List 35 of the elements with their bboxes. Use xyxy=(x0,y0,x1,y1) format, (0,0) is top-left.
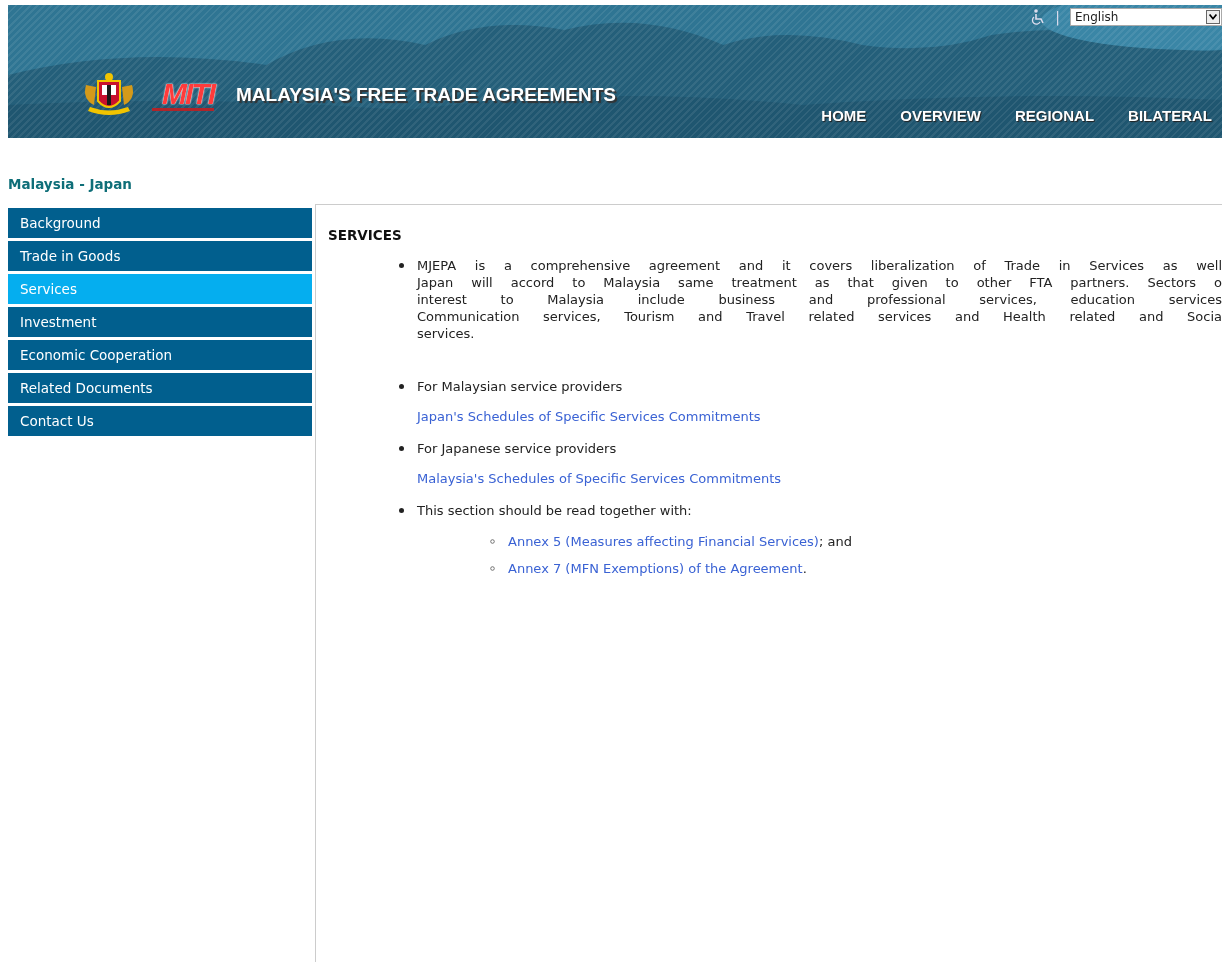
sidebar-item[interactable]: Trade in Goods xyxy=(8,241,312,271)
intro-paragraph: MJEPA is a comprehensive agreement and it covers liberalization of Trade in Services as well Japan will accord to Malaysia same treatment as that given to other FTA partners. Sectors o interest to Malaysia include business and professional services, education services Communication services, Tourism and Travel related services and Health related and Socia services. xyxy=(417,257,1222,342)
nav-link[interactable]: HOME xyxy=(821,107,867,124)
document-link[interactable]: Annex 5 (Measures affecting Financial Services) xyxy=(508,534,819,549)
bullet-icon xyxy=(399,508,404,513)
sidebar-item[interactable]: Background xyxy=(8,208,312,238)
reference-text: Annex 7 (MFN Exemptions) of the Agreement. xyxy=(508,560,807,577)
logo-underline xyxy=(152,107,214,111)
list-text: For Japanese service providers xyxy=(417,440,617,457)
site-title: MALAYSIA'S FREE TRADE AGREEMENTS xyxy=(236,84,616,106)
nav-link[interactable]: BILATERAL xyxy=(1128,107,1212,124)
reference-text: Annex 5 (Measures affecting Financial Services); and xyxy=(508,533,852,550)
page-heading: Malaysia - Japan xyxy=(8,176,133,194)
separator: | xyxy=(1055,9,1060,25)
language-select[interactable]: English xyxy=(1070,8,1222,26)
circle-bullet-icon xyxy=(490,566,495,571)
sidebar-item[interactable]: Investment xyxy=(8,307,312,337)
logo-text: MITI xyxy=(162,79,214,108)
bullet-icon xyxy=(399,384,404,389)
sidebar-item[interactable]: Economic Cooperation xyxy=(8,340,312,370)
dropdown-arrow-icon[interactable] xyxy=(1206,10,1220,24)
sidebar-item[interactable]: Related Documents xyxy=(8,373,312,403)
bullet-icon xyxy=(399,446,404,451)
list-text: For Malaysian service providers xyxy=(417,378,623,395)
circle-bullet-icon xyxy=(490,539,495,544)
list-text: This section should be read together with: xyxy=(417,502,692,519)
document-link[interactable]: Malaysia's Schedules of Specific Services Commitments xyxy=(417,471,782,486)
nav-link[interactable]: OVERVIEW xyxy=(900,107,981,124)
section-heading: SERVICES xyxy=(328,227,403,243)
nav-link[interactable]: REGIONAL xyxy=(1014,107,1095,124)
wheelchair-icon[interactable] xyxy=(1031,9,1046,25)
document-link[interactable]: Japan's Schedules of Specific Services Commitments xyxy=(417,409,761,424)
sidebar-item[interactable]: Contact Us xyxy=(8,406,312,436)
bullet-icon xyxy=(399,263,404,268)
document-link[interactable]: Annex 7 (MFN Exemptions) of the Agreement xyxy=(508,561,803,576)
